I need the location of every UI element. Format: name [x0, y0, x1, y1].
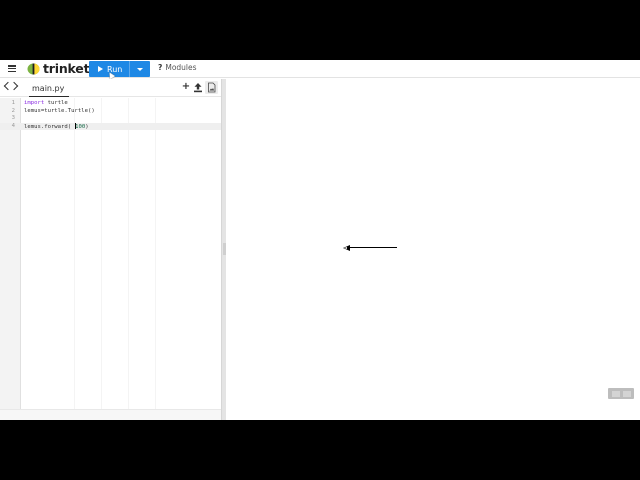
line-code: import turtle: [24, 100, 68, 107]
code-line[interactable]: 2 lemus=turtle.Turtle(): [0, 108, 221, 115]
line-number: 3: [11, 115, 15, 121]
editor-tab-bar: main.py +: [0, 79, 221, 97]
chevron-down-icon: [137, 68, 143, 71]
turtle-arrow-icon: [343, 244, 350, 251]
code-line[interactable]: 1 import turtle: [0, 100, 221, 107]
code-text: turtle: [44, 100, 68, 106]
trinket-app: trinket Run ? Modules main.py + 1 import…: [0, 60, 640, 420]
trinket-logo-icon: [27, 63, 40, 75]
code-editor[interactable]: 1 import turtle 2 lemus=turtle.Turtle() 3 4 le…: [0, 98, 221, 409]
code-keyword: import: [24, 100, 45, 106]
run-options-button[interactable]: [129, 61, 150, 77]
turtle-canvas: [226, 79, 640, 420]
play-icon: [98, 66, 103, 72]
tab-main-py[interactable]: main.py: [29, 82, 69, 97]
question-icon: ?: [158, 63, 163, 72]
indent-guide: [74, 98, 75, 409]
indent-guide: [101, 98, 102, 409]
line-number-gutter: [0, 98, 21, 409]
expand-icon[interactable]: [622, 390, 631, 397]
trinket-logo-text[interactable]: trinket: [43, 60, 90, 77]
code-text: ): [85, 123, 89, 130]
indent-guide: [128, 98, 129, 409]
pause-icon[interactable]: [611, 390, 620, 397]
indent-guide: [155, 98, 156, 409]
modules-label: Modules: [165, 63, 197, 72]
code-line[interactable]: 3: [0, 115, 221, 122]
modules-link[interactable]: ? Modules: [158, 63, 197, 72]
line-code: lemus.forward( 100): [24, 122, 89, 131]
code-text: lemus=turtle.Turtle(): [24, 107, 95, 114]
upload-icon[interactable]: [193, 82, 203, 93]
line-code: lemus=turtle.Turtle(): [24, 108, 95, 115]
menu-icon[interactable]: [8, 65, 16, 72]
chevron-right-icon[interactable]: [9, 81, 19, 91]
code-line[interactable]: 4 lemus.forward( 100): [0, 122, 221, 131]
code-number: 100: [75, 123, 86, 130]
top-toolbar: trinket Run ? Modules: [0, 60, 640, 80]
line-number: 2: [11, 107, 15, 114]
turtle-path-line: [349, 247, 397, 249]
horizontal-scrollbar[interactable]: [0, 409, 221, 420]
line-number: 1: [11, 100, 15, 106]
canvas-controls: [608, 388, 634, 399]
line-number: 4: [11, 122, 15, 129]
plus-icon[interactable]: +: [181, 82, 191, 93]
file-image-icon[interactable]: [205, 81, 218, 94]
code-text: lemus.forward(: [24, 123, 75, 130]
editor-panel: main.py + 1 import turtle 2 lemus=turtle.Tu…: [0, 79, 221, 420]
